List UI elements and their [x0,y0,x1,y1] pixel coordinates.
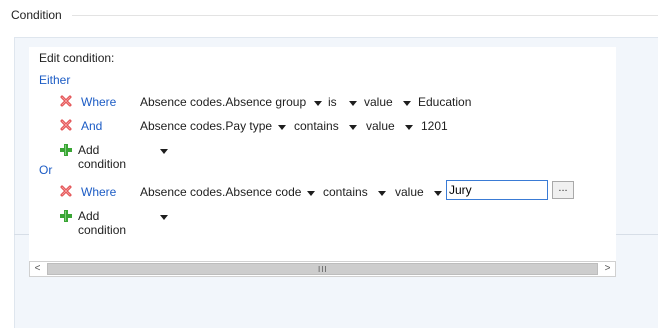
group-divider [72,15,658,16]
chevron-down-icon[interactable] [434,191,442,196]
chevron-down-icon[interactable] [160,149,168,154]
chevron-down-icon[interactable] [378,191,386,196]
chevron-down-icon[interactable] [403,101,411,106]
chevron-down-icon[interactable] [349,125,357,130]
condition-value-input[interactable] [446,180,548,200]
chevron-down-icon[interactable] [349,101,357,106]
condition-keyword[interactable]: Where [81,185,116,199]
scroll-right-icon[interactable]: > [600,262,615,276]
condition-value[interactable]: 1201 [421,119,448,133]
horizontal-scrollbar[interactable]: < III > [29,261,616,277]
condition-operator[interactable]: contains [323,185,368,199]
condition-value-type[interactable]: value [366,119,395,133]
condition-keyword[interactable]: And [81,119,102,133]
condition-field[interactable]: Absence codes.Absence group [140,95,306,109]
green-plus-icon[interactable] [59,143,73,157]
condition-field[interactable]: Absence codes.Pay type [140,119,272,133]
condition-operator[interactable]: is [328,95,337,109]
either-label: Either [39,73,71,87]
chevron-down-icon[interactable] [160,215,168,220]
chevron-down-icon[interactable] [314,101,322,106]
scroll-grip-icon: III [318,265,328,274]
chevron-down-icon[interactable] [405,125,413,130]
delete-x-icon[interactable] [59,118,73,132]
delete-x-icon[interactable] [59,184,73,198]
chevron-down-icon[interactable] [307,191,315,196]
group-title: Condition [11,8,62,22]
add-condition-label[interactable]: Add condition [78,143,126,171]
condition-field[interactable]: Absence codes.Absence code [140,185,301,199]
edit-condition-label: Edit condition: [39,51,115,65]
condition-editor: Edit condition: Either Where Absence cod… [29,47,616,277]
or-label: Or [39,163,53,177]
browse-button[interactable]: ... [552,181,574,199]
condition-operator[interactable]: contains [294,119,339,133]
chevron-down-icon[interactable] [278,125,286,130]
condition-value-type[interactable]: value [364,95,393,109]
add-condition-label[interactable]: Add condition [78,209,126,237]
delete-x-icon[interactable] [59,94,73,108]
condition-value-type[interactable]: value [395,185,424,199]
green-plus-icon[interactable] [59,209,73,223]
condition-keyword[interactable]: Where [81,95,116,109]
scroll-thumb[interactable]: III [47,263,598,275]
condition-value[interactable]: Education [418,95,471,109]
scroll-left-icon[interactable]: < [30,262,45,276]
